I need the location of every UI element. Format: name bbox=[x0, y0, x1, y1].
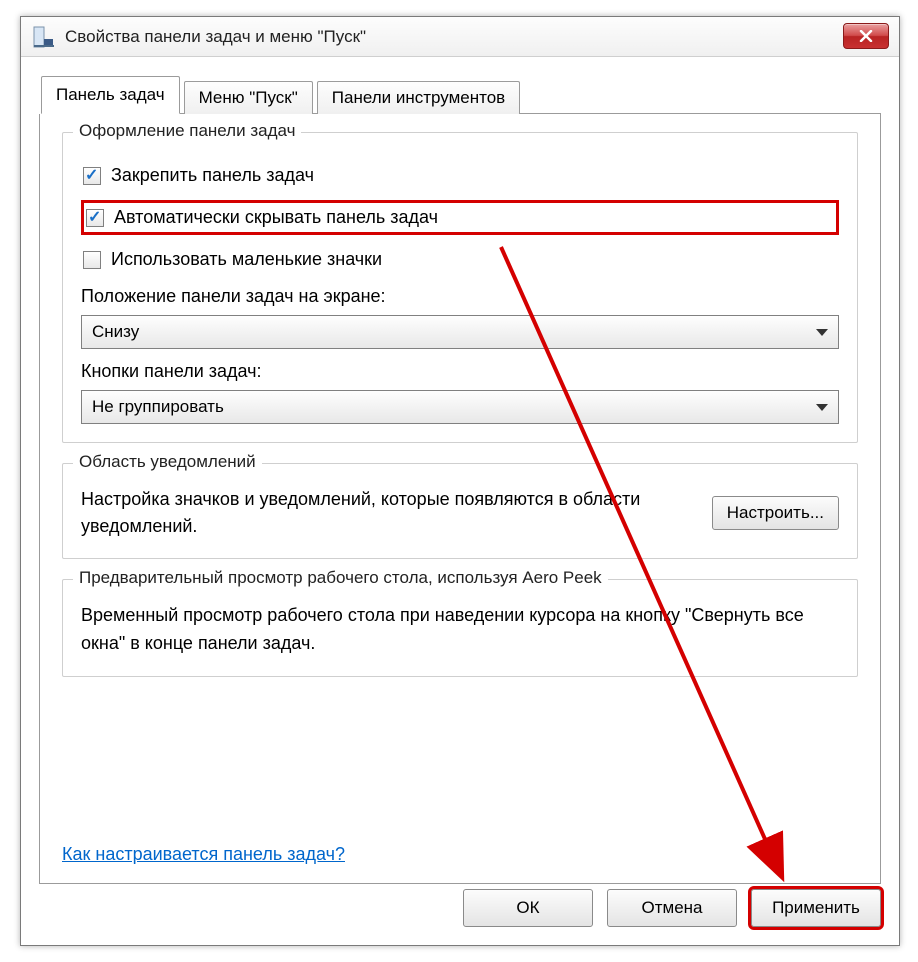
checkbox-autohide-taskbar[interactable] bbox=[86, 209, 104, 227]
group-legend: Предварительный просмотр рабочего стола,… bbox=[73, 568, 608, 588]
group-taskbar-appearance: Оформление панели задач Закрепить панель… bbox=[62, 132, 858, 443]
tabstrip: Панель задач Меню "Пуск" Панели инструме… bbox=[41, 75, 881, 114]
notification-area-text: Настройка значков и уведомлений, которые… bbox=[81, 486, 698, 540]
combo-taskbar-position-value: Снизу bbox=[92, 322, 139, 342]
dialog-button-row: ОК Отмена Применить bbox=[463, 889, 881, 927]
checkbox-autohide-taskbar-row[interactable]: Автоматически скрывать панель задач bbox=[81, 200, 839, 235]
apply-button[interactable]: Применить bbox=[751, 889, 881, 927]
checkbox-small-icons-label: Использовать маленькие значки bbox=[111, 249, 382, 270]
titlebar: Свойства панели задач и меню "Пуск" bbox=[21, 17, 899, 57]
label-taskbar-position: Положение панели задач на экране: bbox=[81, 286, 839, 307]
checkbox-autohide-taskbar-label: Автоматически скрывать панель задач bbox=[114, 207, 438, 228]
combo-taskbar-buttons-value: Не группировать bbox=[92, 397, 224, 417]
checkbox-lock-taskbar[interactable] bbox=[83, 167, 101, 185]
checkbox-small-icons[interactable] bbox=[83, 251, 101, 269]
tab-taskbar[interactable]: Панель задач bbox=[41, 76, 180, 114]
tab-toolbars[interactable]: Панели инструментов bbox=[317, 81, 520, 114]
cancel-button[interactable]: Отмена bbox=[607, 889, 737, 927]
checkbox-lock-taskbar-row[interactable]: Закрепить панель задач bbox=[81, 161, 839, 190]
label-taskbar-buttons: Кнопки панели задач: bbox=[81, 361, 839, 382]
properties-dialog: Свойства панели задач и меню "Пуск" Пане… bbox=[20, 16, 900, 946]
combo-taskbar-buttons[interactable]: Не группировать bbox=[81, 390, 839, 424]
checkbox-lock-taskbar-label: Закрепить панель задач bbox=[111, 165, 314, 186]
group-notification-area: Область уведомлений Настройка значков и … bbox=[62, 463, 858, 559]
window-icon bbox=[31, 25, 55, 49]
customize-button[interactable]: Настроить... bbox=[712, 496, 839, 530]
client-area: Панель задач Меню "Пуск" Панели инструме… bbox=[21, 57, 899, 945]
window-title: Свойства панели задач и меню "Пуск" bbox=[65, 27, 366, 47]
combo-taskbar-position[interactable]: Снизу bbox=[81, 315, 839, 349]
ok-button[interactable]: ОК bbox=[463, 889, 593, 927]
checkbox-small-icons-row[interactable]: Использовать маленькие значки bbox=[81, 245, 839, 274]
group-legend: Область уведомлений bbox=[73, 452, 262, 472]
group-aero-peek: Предварительный просмотр рабочего стола,… bbox=[62, 579, 858, 677]
chevron-down-icon bbox=[816, 404, 828, 411]
tab-start-menu[interactable]: Меню "Пуск" bbox=[184, 81, 313, 114]
aero-peek-text: Временный просмотр рабочего стола при на… bbox=[81, 602, 839, 658]
chevron-down-icon bbox=[816, 329, 828, 336]
group-legend: Оформление панели задач bbox=[73, 121, 301, 141]
tab-content: Оформление панели задач Закрепить панель… bbox=[39, 114, 881, 884]
close-icon bbox=[859, 30, 873, 42]
close-button[interactable] bbox=[843, 23, 889, 49]
help-link[interactable]: Как настраивается панель задач? bbox=[62, 844, 345, 865]
